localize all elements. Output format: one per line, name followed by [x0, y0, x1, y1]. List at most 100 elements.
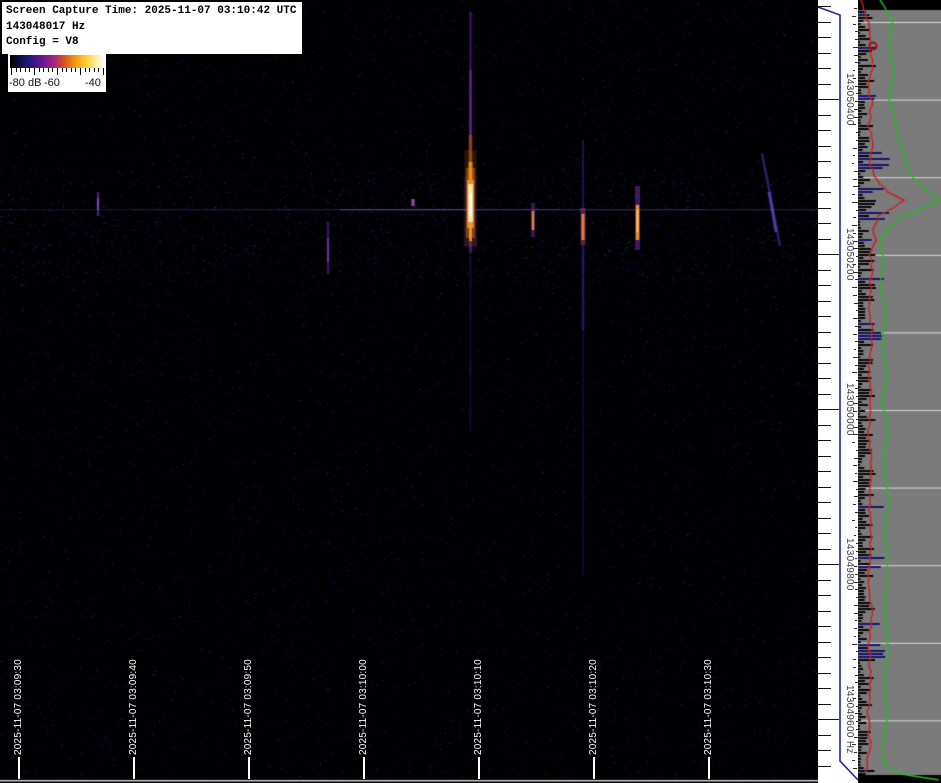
frequency-microtick [853, 70, 856, 71]
frequency-tick [818, 657, 831, 658]
frequency-microtick [852, 287, 857, 288]
frequency-tick [818, 611, 831, 612]
db-scale-labels: -80 dB -60 -40 [8, 77, 106, 91]
frequency-tick [818, 254, 839, 255]
frequency-tick [818, 688, 831, 689]
frequency-microtick [854, 349, 856, 350]
color-gradient-bar [10, 55, 104, 68]
frequency-tick [818, 549, 831, 550]
frequency-microtick [852, 372, 857, 373]
frequency-tick [818, 750, 831, 751]
frequency-microtick [853, 148, 856, 149]
frequency-tick [818, 146, 831, 147]
frequency-label: 143049600 Hz [844, 685, 855, 754]
frequency-tick [818, 595, 831, 596]
frequency-tick [818, 719, 839, 720]
frequency-tick [818, 378, 831, 379]
frequency-microtick [853, 504, 855, 505]
frequency-tick [818, 363, 831, 364]
frequency-microtick [853, 334, 857, 335]
frequency-microtick [852, 520, 854, 521]
frequency-tick [818, 316, 831, 317]
frequency-tick [818, 285, 831, 286]
db-tick [57, 68, 58, 75]
db-tick [94, 68, 95, 72]
frequency-tick [818, 68, 831, 69]
frequency-microtick [853, 768, 858, 769]
frequency-tick [818, 394, 831, 395]
frequency-tick [818, 766, 831, 767]
db-tick [52, 68, 53, 72]
frequency-microtick [852, 194, 855, 195]
frequency-label: 143050000 [844, 383, 855, 436]
db-tick [62, 68, 63, 72]
frequency-label: 143050200 [844, 228, 855, 281]
db-tick [29, 68, 30, 72]
frequency-tick [818, 533, 831, 534]
frequency-tick [818, 347, 831, 348]
frequency-scale-strip[interactable]: 143050400 143050200 143050000 143049800 1430… [818, 0, 858, 783]
frequency-tick [818, 564, 839, 565]
db-color-scale: -80 dB -60 -40 [8, 53, 106, 92]
frequency-microtick [854, 628, 857, 629]
frequency-tick [818, 161, 831, 162]
frequency-microtick [853, 295, 857, 296]
spectrum-graph-panel[interactable] [858, 0, 941, 783]
db-tick [20, 68, 21, 72]
db-label-40: -40 [85, 77, 101, 89]
frequency-tick [818, 270, 831, 271]
screen-capture: { "info_box": { "line1": "Screen Capture… [0, 0, 941, 783]
frequency-tick [818, 99, 839, 100]
frequency-tick [818, 332, 831, 333]
db-tick [98, 68, 99, 72]
frequency-tick [818, 239, 831, 240]
frequency-tick [818, 518, 831, 519]
db-tick [16, 68, 17, 72]
db-label-60: -60 [44, 77, 60, 89]
frequency-microtick [852, 163, 854, 164]
frequency-label: 143050400 [844, 73, 855, 126]
frequency-tick [818, 487, 831, 488]
frequency-microtick [853, 465, 857, 466]
db-tick [71, 68, 72, 72]
frequency-tick [818, 626, 831, 627]
db-tick [43, 68, 44, 72]
frequency-microtick [853, 667, 856, 668]
frequency-tick [818, 177, 831, 178]
frequency-tick [818, 642, 831, 643]
frequency-microtick [853, 217, 856, 218]
frequency-tick [818, 6, 831, 7]
db-tick [48, 68, 49, 72]
frequency-tick [818, 84, 831, 85]
db-tick [89, 68, 90, 72]
frequency-tick [818, 704, 831, 705]
frequency-tick [818, 22, 831, 23]
frequency-microtick [855, 473, 858, 474]
frequency-microtick [854, 636, 856, 637]
frequency-microtick [853, 24, 856, 25]
frequency-tick [818, 456, 831, 457]
frequency-tick [818, 425, 831, 426]
db-tick [66, 68, 67, 72]
frequency-microtick [852, 16, 856, 17]
db-label-80: -80 dB [9, 77, 41, 89]
db-tick [39, 68, 40, 72]
frequency-label: 143049800 [844, 538, 855, 591]
db-tick [34, 68, 35, 75]
frequency-microtick [853, 155, 855, 156]
frequency-microtick [854, 8, 857, 9]
capture-time-text: Screen Capture Time: 2025-11-07 03:10:42… [6, 4, 296, 20]
config-text: Config = V8 [6, 35, 296, 51]
waterfall-display[interactable] [0, 0, 818, 783]
frequency-tick [818, 53, 831, 54]
db-tick [11, 68, 12, 75]
frequency-tick [818, 37, 831, 38]
frequency-tick [818, 409, 839, 410]
frequency-microtick [852, 225, 857, 226]
frequency-microtick [852, 644, 857, 645]
db-scale-ruler [10, 68, 104, 77]
frequency-tick [818, 735, 831, 736]
frequency-tick [818, 208, 831, 209]
center-frequency-text: 143048017 Hz [6, 20, 296, 36]
frequency-tick [818, 471, 831, 472]
